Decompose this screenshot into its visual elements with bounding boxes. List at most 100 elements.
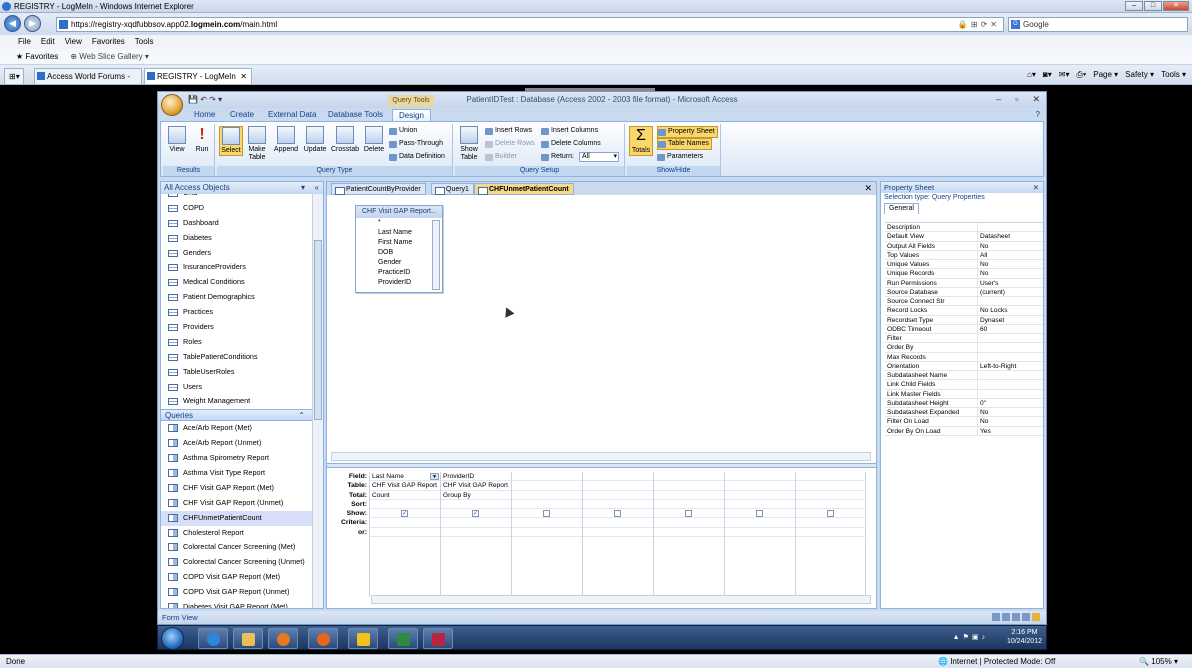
grid-cell-total[interactable]: Group By: [441, 491, 511, 500]
feeds-icon[interactable]: ◙▾: [1043, 68, 1052, 82]
nav-table-item[interactable]: Roles: [161, 335, 313, 350]
return-select[interactable]: All ▾: [579, 152, 619, 162]
menu-edit[interactable]: Edit: [41, 35, 55, 49]
grid-cell-field[interactable]: [654, 472, 724, 482]
compat-icon[interactable]: ⊞: [971, 20, 981, 29]
grid-cell-or[interactable]: [441, 528, 511, 538]
table-field[interactable]: PracticeID: [356, 268, 442, 278]
tab-database-tools[interactable]: Database Tools: [322, 108, 389, 121]
grid-cell-sort[interactable]: [583, 500, 653, 510]
nav-table-item[interactable]: Genders: [161, 246, 313, 261]
show-checkbox[interactable]: [614, 510, 621, 518]
property-value[interactable]: Dynaset: [978, 316, 1043, 324]
grid-cell-criteria[interactable]: [441, 518, 511, 528]
stop-icon[interactable]: ✕: [990, 20, 1000, 29]
grid-cell-criteria[interactable]: [583, 518, 653, 528]
property-value[interactable]: [978, 371, 1043, 379]
grid-cell-total[interactable]: [725, 491, 795, 500]
taskbar-media-player[interactable]: [268, 628, 298, 649]
grid-cell-sort[interactable]: [796, 500, 865, 510]
table-field[interactable]: Last Name: [356, 228, 442, 238]
tab-access-world-forums[interactable]: Access World Forums - Re...: [34, 68, 142, 96]
parameters-button[interactable]: Parameters: [657, 152, 703, 162]
tray-expand-icon[interactable]: ▲: [953, 634, 963, 641]
grid-cell-or[interactable]: [725, 528, 795, 538]
property-value[interactable]: [978, 380, 1043, 388]
show-checkbox[interactable]: ✓: [401, 510, 408, 518]
grid-cell-sort[interactable]: [725, 500, 795, 510]
doc-tab-chfunmetpatientcount[interactable]: CHFUnmetPatientCount: [474, 183, 574, 195]
table-names-button[interactable]: Table Names: [657, 138, 712, 150]
print-icon[interactable]: ⎙▾: [1076, 68, 1086, 82]
property-value[interactable]: (current): [978, 288, 1043, 296]
menu-file[interactable]: File: [18, 35, 31, 49]
mail-icon[interactable]: ✉▾: [1059, 68, 1070, 82]
show-checkbox[interactable]: [685, 510, 692, 518]
grid-cell-table[interactable]: CHF Visit GAP Report: [370, 481, 440, 491]
property-value[interactable]: No: [978, 242, 1043, 250]
home-icon[interactable]: ⌂▾: [1027, 68, 1036, 82]
crosstab-button[interactable]: Crosstab: [329, 126, 361, 154]
tab-general[interactable]: General: [884, 203, 919, 214]
delete-rows-button[interactable]: Delete Rows: [485, 139, 535, 149]
pivot-chart-view-icon[interactable]: [1012, 613, 1020, 621]
delete-query-button[interactable]: Delete: [361, 126, 387, 154]
tab-home[interactable]: Home: [188, 108, 221, 121]
grid-cell-criteria[interactable]: [725, 518, 795, 528]
insert-rows-button[interactable]: Insert Rows: [485, 126, 532, 136]
nav-query-item[interactable]: Ace/Arb Report (Met): [161, 421, 313, 436]
property-value[interactable]: Yes: [978, 427, 1043, 435]
table-field[interactable]: DOB: [356, 248, 442, 258]
table-field[interactable]: ProviderID: [356, 278, 442, 288]
forward-button[interactable]: ▶: [24, 15, 41, 32]
show-checkbox[interactable]: ✓: [472, 510, 479, 518]
property-value[interactable]: 60: [978, 325, 1043, 333]
tab-external-data[interactable]: External Data: [262, 108, 322, 121]
nav-query-item[interactable]: CHF Visit GAP Report (Unmet): [161, 496, 313, 511]
grid-cell-total[interactable]: [654, 491, 724, 500]
web-slice-gallery-button[interactable]: ⊕ Web Slice Gallery ▾: [70, 49, 149, 64]
grid-cell-criteria[interactable]: [796, 518, 865, 528]
menu-tools[interactable]: Tools: [135, 35, 154, 49]
search-input[interactable]: G Google: [1008, 17, 1188, 32]
access-close-button[interactable]: ✕: [1032, 94, 1040, 105]
insert-columns-button[interactable]: Insert Columns: [541, 126, 598, 136]
nav-table-item[interactable]: TableUserRoles: [161, 365, 313, 380]
tray-volume-icon[interactable]: ♪: [982, 634, 989, 641]
grid-cell-sort[interactable]: [441, 500, 511, 510]
grid-cell-field[interactable]: [796, 472, 865, 482]
make-table-button[interactable]: Make Table: [245, 126, 269, 162]
taskbar-explorer[interactable]: [233, 628, 263, 649]
nav-query-item[interactable]: Colorectal Cancer Screening (Unmet): [161, 555, 313, 570]
security-zone[interactable]: 🌐 Internet | Protected Mode: Off: [938, 655, 1055, 668]
grid-cell-sort[interactable]: [370, 500, 440, 510]
refresh-icon[interactable]: ⟳: [981, 20, 991, 29]
nav-collapse-icon[interactable]: «: [315, 182, 319, 194]
page-menu[interactable]: Page ▾: [1093, 68, 1118, 82]
union-button[interactable]: Union: [389, 126, 417, 136]
select-query-button[interactable]: Select: [219, 126, 243, 156]
view-button[interactable]: View: [165, 126, 189, 154]
grid-cell-or[interactable]: [654, 528, 724, 538]
table-pane-hscrollbar[interactable]: [331, 452, 871, 461]
nav-table-item[interactable]: CKD: [161, 194, 313, 201]
grid-cell-or[interactable]: [512, 528, 582, 538]
grid-cell-table[interactable]: [512, 481, 582, 491]
property-value[interactable]: No Locks: [978, 306, 1043, 314]
clock[interactable]: 2:16 PM 10/24/2012: [1007, 628, 1042, 649]
table-field[interactable]: *: [356, 218, 442, 228]
nav-header[interactable]: All Access Objects ▾ «: [161, 182, 323, 194]
access-restore-button[interactable]: ▫: [1015, 94, 1018, 105]
doc-tab-patientcountbyprovider[interactable]: PatientCountByProvider: [331, 183, 426, 195]
run-button[interactable]: ! Run: [190, 126, 214, 154]
table-field[interactable]: Gender: [356, 258, 442, 268]
chevron-down-icon[interactable]: ▼: [430, 473, 439, 480]
nav-query-item[interactable]: Ace/Arb Report (Unmet): [161, 436, 313, 451]
grid-cell-or[interactable]: [583, 528, 653, 538]
property-value[interactable]: [978, 297, 1043, 305]
property-value[interactable]: [978, 223, 1043, 231]
taskbar-excel[interactable]: [388, 628, 418, 649]
lock-icon[interactable]: 🔒: [958, 20, 971, 29]
taskbar-access[interactable]: [423, 628, 453, 649]
grid-cell-or[interactable]: [796, 528, 865, 538]
